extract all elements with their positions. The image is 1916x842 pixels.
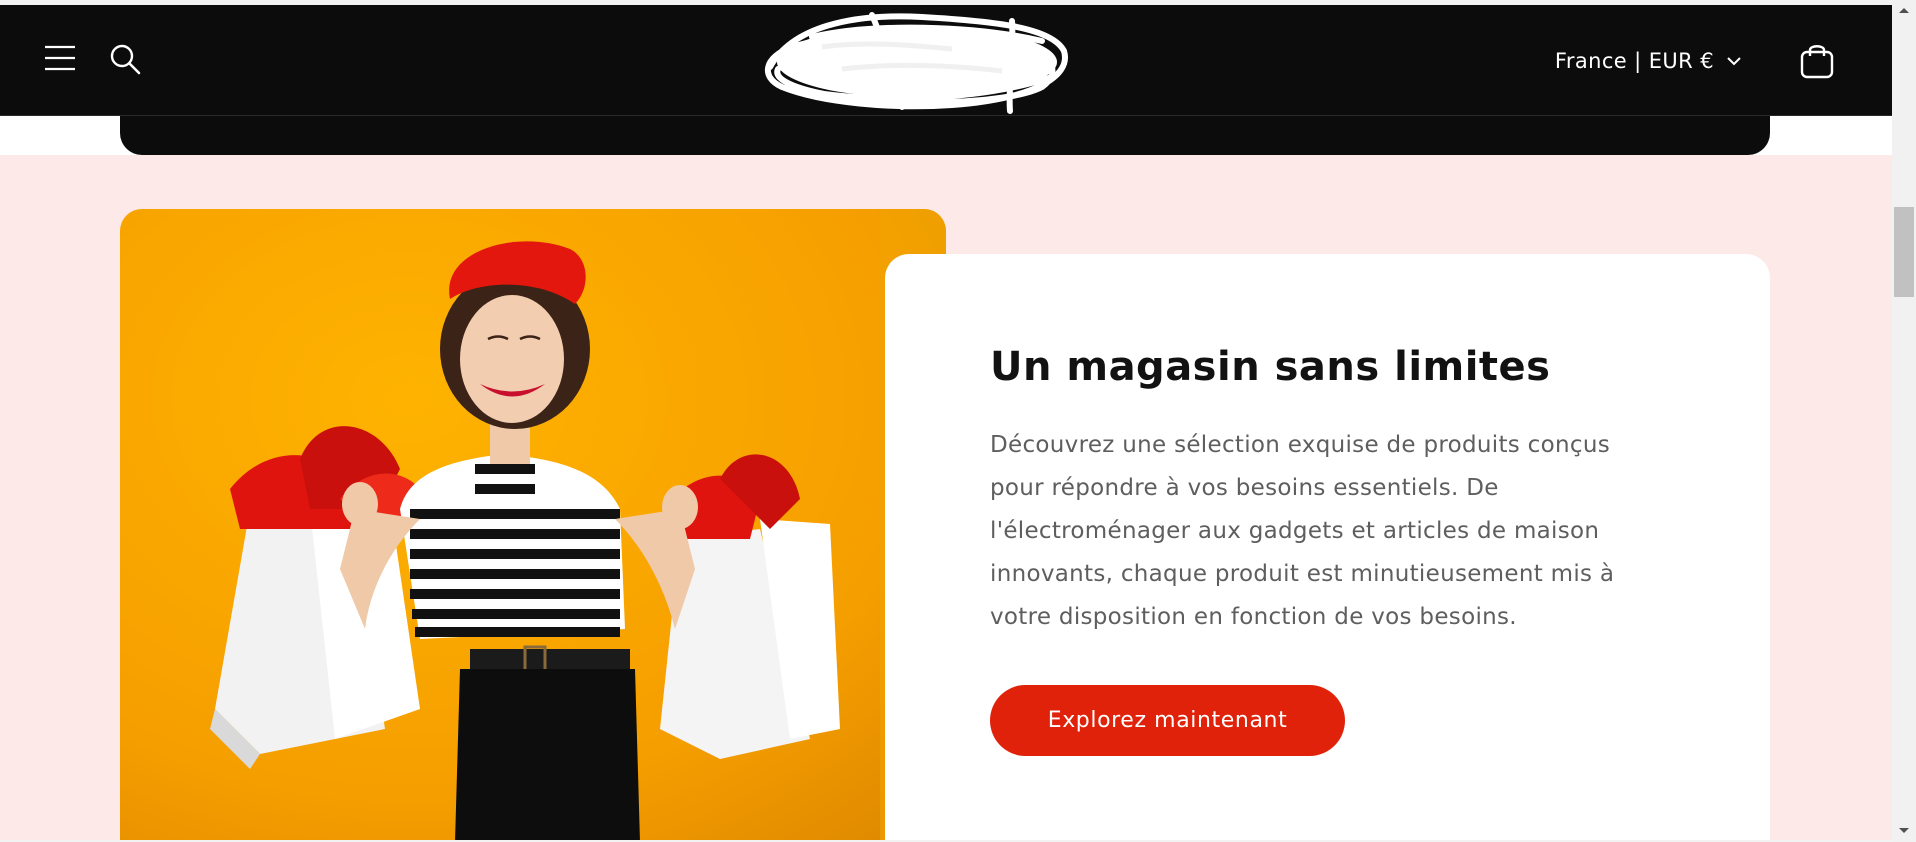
shopping-bag-icon [1800, 45, 1834, 79]
scrollbar-thumb[interactable] [1894, 207, 1914, 297]
scribbled-out-logo [764, 12, 1068, 114]
country-currency-label: France | EUR € [1554, 49, 1714, 73]
explore-now-button[interactable]: Explorez maintenant [990, 685, 1345, 756]
promo-title: Un magasin sans limites [990, 344, 1551, 390]
dark-banner-bottom [120, 116, 1770, 155]
woman-shopping-bags-image [120, 209, 946, 842]
chevron-down-icon [1727, 57, 1741, 66]
promo-description: Découvrez une sélection exquise de produ… [990, 432, 1615, 630]
menu-button[interactable] [43, 43, 77, 73]
hamburger-menu-icon [45, 45, 75, 71]
search-icon [110, 44, 141, 75]
site-header: France | EUR € [0, 5, 1892, 116]
search-button[interactable] [108, 42, 142, 76]
scroll-down-arrow-icon[interactable] [1898, 826, 1910, 836]
country-currency-selector[interactable]: France | EUR € [1555, 47, 1742, 75]
cart-button[interactable] [1798, 41, 1836, 79]
store-logo[interactable] [752, 7, 1074, 115]
page-scrollbar[interactable] [1892, 0, 1916, 842]
promo-card: Un magasin sans limites Découvrez une sé… [885, 254, 1770, 842]
promo-image [120, 209, 946, 842]
scroll-up-arrow-icon[interactable] [1898, 5, 1910, 15]
